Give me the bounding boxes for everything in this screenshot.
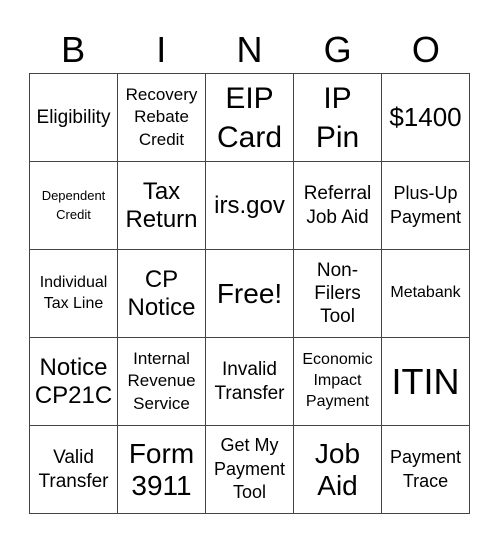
bingo-cell-n5[interactable]: Get My Payment Tool: [206, 426, 294, 514]
header-letter-n: N: [236, 29, 263, 70]
bingo-cell-b4[interactable]: Notice CP21C: [30, 338, 118, 426]
bingo-cell-i4[interactable]: Internal Revenue Service: [118, 338, 206, 426]
bingo-header: B I N G O: [29, 28, 470, 72]
header-letter-i: I: [156, 29, 167, 70]
bingo-cell-text: Metabank: [390, 284, 461, 302]
bingo-cell-i1[interactable]: Recovery Rebate Credit: [118, 74, 206, 162]
header-letter-o: O: [411, 29, 440, 70]
bingo-cell-o3[interactable]: Metabank: [382, 250, 470, 338]
header-letter-b: B: [61, 29, 86, 70]
bingo-cell-text: Eligibility: [36, 106, 111, 128]
bingo-cell-text: Form 3911: [128, 438, 195, 501]
bingo-cell-text: Non- Filers Tool: [314, 259, 361, 328]
bingo-cell-text: Plus-Up Payment: [389, 183, 462, 227]
bingo-cell-text: Invalid Transfer: [214, 359, 285, 404]
bingo-cell-o1[interactable]: $1400: [382, 74, 470, 162]
bingo-cell-text: Individual Tax Line: [39, 273, 108, 312]
bingo-cell-g2[interactable]: Referral Job Aid: [294, 162, 382, 250]
bingo-cell-g3[interactable]: Non- Filers Tool: [294, 250, 382, 338]
bingo-cell-o5[interactable]: Payment Trace: [382, 426, 470, 514]
bingo-cell-n1[interactable]: EIP Card: [206, 74, 294, 162]
bingo-cell-b2[interactable]: Dependent Credit: [30, 162, 118, 250]
bingo-cell-text: Job Aid: [314, 438, 361, 501]
bingo-cell-o4[interactable]: ITIN: [382, 338, 470, 426]
bingo-cell-i3[interactable]: CP Notice: [118, 250, 206, 338]
bingo-cell-text: Payment Trace: [389, 447, 462, 491]
bingo-cell-text: ITIN: [391, 360, 460, 402]
bingo-cell-text: Valid Transfer: [38, 447, 109, 492]
bingo-cell-b1[interactable]: Eligibility: [30, 74, 118, 162]
bingo-cell-b3[interactable]: Individual Tax Line: [30, 250, 118, 338]
bingo-cell-o2[interactable]: Plus-Up Payment: [382, 162, 470, 250]
bingo-cell-n2[interactable]: irs.gov: [206, 162, 294, 250]
bingo-card-grid: Eligibility Recovery Rebate Credit EIP Car…: [29, 73, 470, 514]
header-letter-g: G: [323, 29, 352, 70]
bingo-cell-g1[interactable]: IP Pin: [294, 74, 382, 162]
bingo-cell-text: Free!: [216, 277, 283, 309]
bingo-cell-i2[interactable]: Tax Return: [118, 162, 206, 250]
bingo-cell-b5[interactable]: Valid Transfer: [30, 426, 118, 514]
bingo-cell-text: Tax Return: [125, 178, 198, 233]
bingo-cell-g5[interactable]: Job Aid: [294, 426, 382, 514]
bingo-cell-text: IP Pin: [315, 81, 360, 154]
bingo-cell-text: Notice CP21C: [34, 354, 113, 409]
bingo-cell-text: Internal Revenue Service: [127, 349, 196, 413]
bingo-cell-text: irs.gov: [214, 191, 285, 219]
bingo-cell-text: Economic Impact Payment: [302, 351, 373, 410]
bingo-cell-text: Dependent Credit: [41, 188, 106, 222]
bingo-cell-g4[interactable]: Economic Impact Payment: [294, 338, 382, 426]
bingo-cell-n4[interactable]: Invalid Transfer: [206, 338, 294, 426]
bingo-cell-text: Referral Job Aid: [303, 183, 372, 228]
bingo-cell-text: EIP Card: [216, 81, 283, 154]
bingo-cell-n3[interactable]: Free!: [206, 250, 294, 338]
bingo-cell-text: CP Notice: [127, 266, 196, 321]
bingo-cell-i5[interactable]: Form 3911: [118, 426, 206, 514]
bingo-cell-text: Get My Payment Tool: [213, 435, 286, 503]
bingo-cell-text: $1400: [389, 101, 462, 132]
bingo-cell-text: Recovery Rebate Credit: [125, 85, 198, 149]
